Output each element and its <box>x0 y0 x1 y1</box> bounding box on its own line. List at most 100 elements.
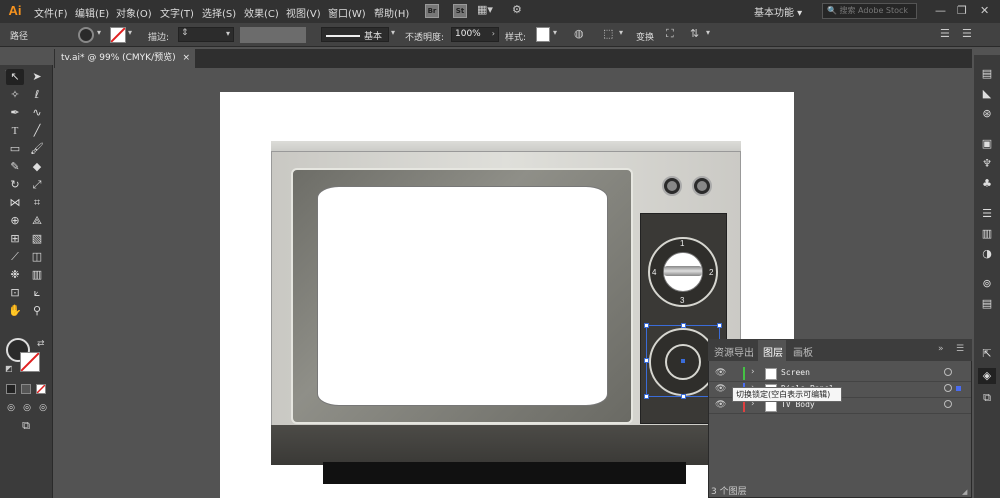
mesh-tool-icon[interactable]: ⊞ <box>6 231 24 247</box>
panel-resize-icon[interactable]: ◢ <box>962 488 967 496</box>
menu-object[interactable]: 对象(O) <box>116 5 152 20</box>
column-graph-tool-icon[interactable]: ▥ <box>28 267 46 283</box>
menu-help[interactable]: 帮助(H) <box>374 5 409 20</box>
width-tool-icon[interactable]: ⋈ <box>6 195 24 211</box>
variable-width-profile[interactable] <box>240 27 306 43</box>
style-dropdown-icon[interactable]: ▾ <box>553 28 557 37</box>
brush-dropdown-icon[interactable]: ▾ <box>391 28 395 37</box>
hand-tool-icon[interactable]: ✋ <box>6 303 24 319</box>
stroke-dropdown-icon[interactable]: ▾ <box>128 28 132 37</box>
opacity-arrow-icon[interactable]: › <box>492 29 495 38</box>
graphic-style-swatch[interactable] <box>536 27 550 42</box>
artboards-panel-icon[interactable]: ⧉ <box>978 390 996 406</box>
eyedropper-tool-icon[interactable]: ⟋ <box>6 249 24 265</box>
type-tool-icon[interactable]: T <box>6 123 24 139</box>
pen-tool-icon[interactable]: ✒ <box>6 105 24 121</box>
gradient-panel-icon[interactable]: ▥ <box>978 226 996 242</box>
asset-export-icon[interactable]: ⇱ <box>978 346 996 362</box>
shaper-tool-icon[interactable]: ✎ <box>6 159 24 175</box>
isolate-icon[interactable]: ⛶ <box>666 27 674 41</box>
blend-tool-icon[interactable]: ◫ <box>28 249 46 265</box>
selection-handle-bm[interactable] <box>681 394 686 399</box>
gradient-mode-icon[interactable] <box>21 384 31 394</box>
fill-swatch[interactable] <box>78 27 94 43</box>
eraser-tool-icon[interactable]: ◆ <box>28 159 46 175</box>
graphic-styles-icon[interactable]: ▤ <box>978 296 996 312</box>
transparency-icon[interactable]: ◑ <box>978 246 996 262</box>
symbols-icon[interactable]: ♣ <box>978 176 996 192</box>
default-colors-icon[interactable]: ◩ <box>5 364 13 373</box>
arrange-documents-icon[interactable]: ▦▾ <box>477 3 493 16</box>
menu-window[interactable]: 窗口(W) <box>328 5 366 20</box>
stepper-icon[interactable]: ⇕ <box>181 28 189 38</box>
scale-tool-icon[interactable]: ⤢ <box>28 177 46 193</box>
color-mode-icon[interactable] <box>6 384 16 394</box>
layer-name[interactable]: Screen <box>781 368 810 377</box>
layer-target-icon[interactable] <box>944 400 952 408</box>
gpu-performance-icon[interactable]: ⚙ <box>512 3 522 16</box>
recolor-artwork-icon[interactable]: ◍ <box>574 27 584 40</box>
draw-inside-icon[interactable]: ◎ <box>34 400 52 416</box>
direct-selection-tool-icon[interactable]: ➤ <box>28 69 46 85</box>
brush-definition[interactable]: 基本 <box>321 27 389 42</box>
stroke-color-indicator[interactable] <box>20 352 40 372</box>
selection-handle-tr[interactable] <box>717 323 722 328</box>
selection-tool-icon[interactable]: ↖ <box>6 69 24 85</box>
layer-target-icon[interactable] <box>944 368 952 376</box>
properties-icon[interactable]: ▤ <box>978 66 996 82</box>
panel-collapse-icon[interactable]: » <box>938 344 944 354</box>
menu-effect[interactable]: 效果(C) <box>244 5 279 20</box>
tv-screen[interactable] <box>317 186 608 406</box>
swap-colors-icon[interactable]: ⇄ <box>37 339 45 349</box>
visibility-eye-icon[interactable]: 👁 <box>715 400 726 410</box>
navigator-icon[interactable]: ⊛ <box>978 106 996 122</box>
selection-handle-ml[interactable] <box>644 358 649 363</box>
free-transform-tool-icon[interactable]: ⌗ <box>28 195 46 211</box>
stock-button[interactable]: St <box>453 4 467 18</box>
bridge-button[interactable]: Br <box>425 4 439 18</box>
control-options-icon[interactable]: ☰ <box>940 27 950 40</box>
align-dropdown-icon[interactable]: ▾ <box>619 28 623 37</box>
fill-dropdown-icon[interactable]: ▾ <box>97 28 101 37</box>
stroke-weight-field[interactable]: ⇕ ▾ <box>178 27 234 42</box>
layers-panel-icon[interactable]: ◈ <box>978 368 996 384</box>
menu-type[interactable]: 文字(T) <box>160 5 194 20</box>
curvature-tool-icon[interactable]: ∿ <box>28 105 46 121</box>
stroke-swatch[interactable] <box>110 27 126 43</box>
tab-asset-export[interactable]: 资源导出 <box>714 344 754 359</box>
slice-tool-icon[interactable]: ⟀ <box>28 285 46 301</box>
line-tool-icon[interactable]: ╱ <box>28 123 46 139</box>
tab-artboards[interactable]: 画板 <box>793 344 813 359</box>
expand-arrow-icon[interactable]: › <box>751 367 755 377</box>
shape-builder-tool-icon[interactable]: ⊕ <box>6 213 24 229</box>
arrange-dropdown-icon[interactable]: ▾ <box>706 28 710 37</box>
minimize-button[interactable]: — <box>935 4 946 17</box>
perspective-grid-tool-icon[interactable]: ⟁ <box>28 213 46 229</box>
visibility-eye-icon[interactable]: 👁 <box>715 384 726 394</box>
transform-button[interactable]: 变换 <box>636 30 654 43</box>
magic-wand-tool-icon[interactable]: ✧ <box>6 87 24 103</box>
selection-handle-bl[interactable] <box>644 394 649 399</box>
tab-layers[interactable]: 图层 <box>763 344 783 359</box>
align-icon[interactable]: ⬚ <box>603 27 613 40</box>
restore-button[interactable]: ❐ <box>957 4 967 17</box>
menu-edit[interactable]: 编辑(E) <box>75 5 109 20</box>
workspace-switcher[interactable]: 基本功能 ▾ <box>754 4 802 19</box>
symbol-sprayer-tool-icon[interactable]: ❉ <box>6 267 24 283</box>
rectangle-tool-icon[interactable]: ▭ <box>6 141 24 157</box>
close-tab-icon[interactable]: × <box>183 53 191 63</box>
layer-target-icon[interactable] <box>944 384 952 392</box>
appearance-icon[interactable]: ⊚ <box>978 276 996 292</box>
panel-menu-icon[interactable]: ☰ <box>956 344 964 354</box>
lasso-tool-icon[interactable]: ℓ <box>28 87 46 103</box>
control-menu-icon[interactable]: ☰ <box>962 27 972 40</box>
arrange-icon[interactable]: ⇅ <box>690 27 699 40</box>
visibility-eye-icon[interactable]: 👁 <box>715 368 726 378</box>
menu-view[interactable]: 视图(V) <box>286 5 321 20</box>
artboard-tool-icon[interactable]: ⊡ <box>6 285 24 301</box>
opacity-field[interactable]: 100% › <box>451 27 499 42</box>
selection-handle-tm[interactable] <box>681 323 686 328</box>
color-guide-icon[interactable]: ▣ <box>978 136 996 152</box>
stock-search-input[interactable]: 🔍 搜索 Adobe Stock <box>822 3 917 19</box>
screen-mode-icon[interactable]: ⧉ <box>17 418 35 434</box>
